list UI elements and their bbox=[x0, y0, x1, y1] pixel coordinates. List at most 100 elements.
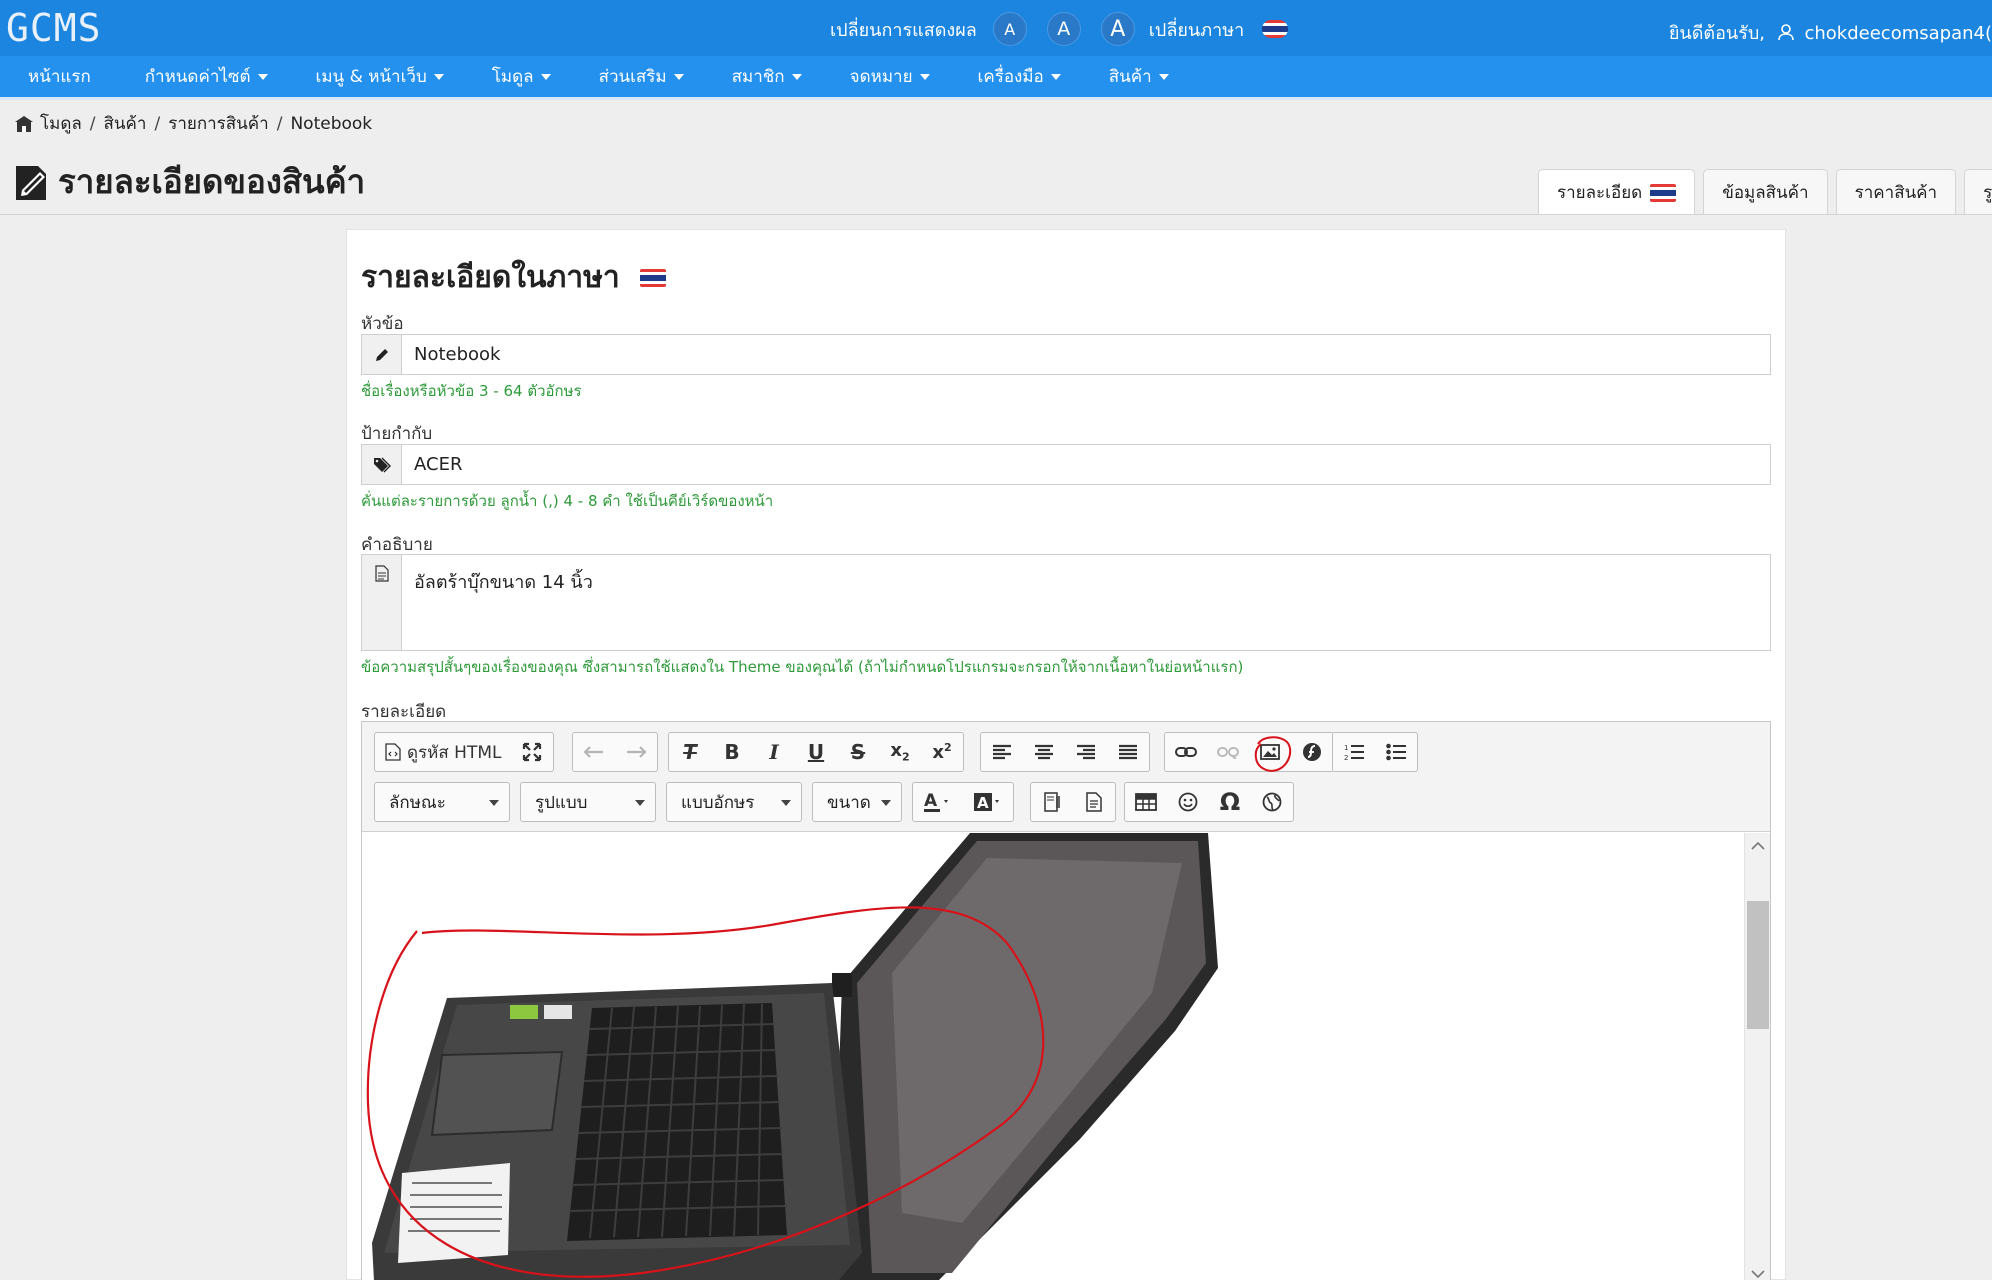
page-header: รายละเอียดของสินค้า bbox=[14, 155, 365, 208]
iframe-button[interactable] bbox=[1251, 783, 1293, 821]
tab-bar: รายละเอียด ข้อมูลสินค้า ราคาสินค้า รูป bbox=[1538, 169, 1992, 215]
chevron-down-icon bbox=[540, 73, 551, 80]
scroll-up-icon[interactable] bbox=[1745, 837, 1770, 855]
styles-dropdown[interactable]: ลักษณะ bbox=[374, 782, 510, 822]
breadcrumb: โมดูล / สินค้า / รายการสินค้า / Notebook bbox=[14, 110, 372, 137]
source-icon bbox=[385, 743, 401, 761]
font-dropdown[interactable]: แบบอักษร bbox=[666, 782, 802, 822]
nav-tools[interactable]: เครื่องมือ bbox=[954, 63, 1085, 90]
main-nav: หน้าแรก กำหนดค่าไซต์ เมนู & หน้าเว็บ โมด… bbox=[0, 56, 1992, 100]
font-size-large-button[interactable]: A bbox=[1100, 12, 1135, 46]
user-menu[interactable]: ยินดีต้อนรับ, chokdeecomsapan4( bbox=[1669, 18, 1992, 47]
chevron-down-icon bbox=[635, 800, 645, 806]
app-logo[interactable]: GCMS bbox=[6, 6, 102, 50]
scroll-down-icon[interactable] bbox=[1745, 1267, 1770, 1280]
nav-home[interactable]: หน้าแรก bbox=[0, 63, 121, 90]
topic-input[interactable]: Notebook bbox=[402, 335, 500, 374]
chevron-down-icon bbox=[257, 73, 268, 80]
laptop-image[interactable] bbox=[362, 833, 1292, 1280]
align-right-button[interactable] bbox=[1065, 733, 1107, 771]
align-group bbox=[980, 732, 1150, 772]
subscript-icon: x2 bbox=[890, 740, 910, 764]
font-size-small-button[interactable]: A bbox=[992, 12, 1027, 46]
view-source-button[interactable]: ดูรหัส HTML bbox=[375, 733, 511, 771]
source-group: ดูรหัส HTML bbox=[374, 732, 555, 772]
breadcrumb-modules[interactable]: โมดูล bbox=[40, 110, 82, 137]
bg-color-button[interactable]: A bbox=[963, 783, 1013, 821]
image-button[interactable] bbox=[1249, 733, 1292, 772]
template-button[interactable] bbox=[1073, 783, 1115, 821]
align-left-button[interactable] bbox=[981, 733, 1023, 771]
table-button[interactable] bbox=[1125, 783, 1167, 821]
nav-mail[interactable]: จดหมาย bbox=[826, 63, 954, 90]
bold-button[interactable]: B bbox=[711, 733, 753, 771]
underline-button[interactable]: U bbox=[795, 733, 837, 771]
link-button[interactable] bbox=[1165, 733, 1207, 771]
font-size-medium-button[interactable]: A bbox=[1046, 12, 1081, 46]
topic-label: หัวข้อ bbox=[361, 314, 404, 334]
remove-format-button[interactable]: T bbox=[669, 733, 711, 771]
italic-icon: I bbox=[769, 740, 779, 764]
globe-icon bbox=[1262, 792, 1282, 812]
user-icon bbox=[1777, 24, 1794, 41]
page-break-button[interactable] bbox=[1031, 783, 1073, 821]
tab-product-info[interactable]: ข้อมูลสินค้า bbox=[1703, 169, 1828, 215]
document-icon bbox=[374, 565, 389, 582]
description-textarea[interactable]: อัลตร้าบุ๊กขนาด 14 นิ้ว bbox=[402, 555, 593, 650]
color-group: A A bbox=[912, 782, 1014, 822]
text-color-button[interactable]: A bbox=[913, 783, 963, 821]
undo-icon bbox=[583, 746, 603, 758]
tags-hint: คั่นแต่ละรายการด้วย ลูกน้ำ (,) 4 - 8 คำ … bbox=[361, 492, 774, 510]
nav-members[interactable]: สมาชิก bbox=[708, 63, 826, 90]
emoji-button[interactable] bbox=[1167, 783, 1209, 821]
template-icon bbox=[1086, 792, 1102, 812]
breadcrumb-products[interactable]: สินค้า bbox=[104, 110, 147, 137]
redo-button[interactable] bbox=[615, 733, 657, 771]
tags-field[interactable]: ACER bbox=[361, 444, 1771, 485]
username: chokdeecomsapan4( bbox=[1804, 23, 1992, 44]
template-group bbox=[1030, 782, 1116, 822]
flash-button[interactable] bbox=[1291, 733, 1333, 771]
nav-menu-pages[interactable]: เมนู & หน้าเว็บ bbox=[292, 63, 468, 90]
align-center-button[interactable] bbox=[1023, 733, 1065, 771]
svg-text:A: A bbox=[924, 791, 938, 811]
strikethrough-button[interactable]: S bbox=[837, 733, 879, 771]
nav-products[interactable]: สินค้า bbox=[1085, 63, 1193, 90]
rich-text-editor[interactable]: ดูรหัส HTML T B I U S x2 x2 1 2 ลักษณะ ร… bbox=[361, 721, 1771, 1280]
tab-details[interactable]: รายละเอียด bbox=[1538, 169, 1696, 215]
tab-price[interactable]: ราคาสินค้า bbox=[1835, 169, 1957, 215]
description-field[interactable]: อัลตร้าบุ๊กขนาด 14 นิ้ว bbox=[361, 554, 1771, 651]
scroll-thumb[interactable] bbox=[1747, 901, 1769, 1029]
unlink-button[interactable] bbox=[1207, 733, 1249, 771]
chevron-down-icon bbox=[1050, 73, 1061, 80]
special-char-button[interactable]: Ω bbox=[1209, 783, 1251, 821]
thai-flag-icon[interactable] bbox=[1262, 20, 1289, 38]
numbered-list-button[interactable]: 12 bbox=[1333, 733, 1375, 771]
editor-scrollbar[interactable] bbox=[1744, 833, 1770, 1280]
bullet-list-button[interactable] bbox=[1375, 733, 1417, 771]
svg-text:A: A bbox=[977, 794, 989, 812]
top-bar: GCMS เปลี่ยนการแสดงผล A A A เปลี่ยนภาษา … bbox=[0, 0, 1992, 56]
svg-text:2: 2 bbox=[1344, 754, 1348, 761]
align-right-icon bbox=[1077, 744, 1095, 760]
detail-form-card: รายละเอียดในภาษา หัวข้อ Notebook ชื่อเรื… bbox=[346, 229, 1786, 1280]
maximize-button[interactable] bbox=[511, 733, 553, 771]
editor-content[interactable] bbox=[362, 833, 1770, 1280]
undo-button[interactable] bbox=[573, 733, 615, 771]
italic-button[interactable]: I bbox=[753, 733, 795, 771]
flash-icon bbox=[1303, 743, 1321, 761]
svg-text:1: 1 bbox=[1344, 744, 1348, 752]
topic-field[interactable]: Notebook bbox=[361, 334, 1771, 375]
justify-button[interactable] bbox=[1107, 733, 1149, 771]
breadcrumb-product-list[interactable]: รายการสินค้า bbox=[168, 110, 269, 137]
superscript-button[interactable]: x2 bbox=[921, 733, 963, 771]
format-dropdown[interactable]: รูปแบบ bbox=[520, 782, 656, 822]
size-dropdown[interactable]: ขนาด bbox=[812, 782, 902, 822]
nav-site-settings[interactable]: กำหนดค่าไซต์ bbox=[121, 63, 292, 90]
tags-input[interactable]: ACER bbox=[402, 445, 462, 484]
page-break-icon bbox=[1044, 792, 1060, 812]
nav-modules[interactable]: โมดูล bbox=[468, 63, 575, 90]
tab-images[interactable]: รูป bbox=[1964, 169, 1992, 215]
subscript-button[interactable]: x2 bbox=[879, 733, 921, 771]
nav-addons[interactable]: ส่วนเสริม bbox=[575, 63, 708, 90]
